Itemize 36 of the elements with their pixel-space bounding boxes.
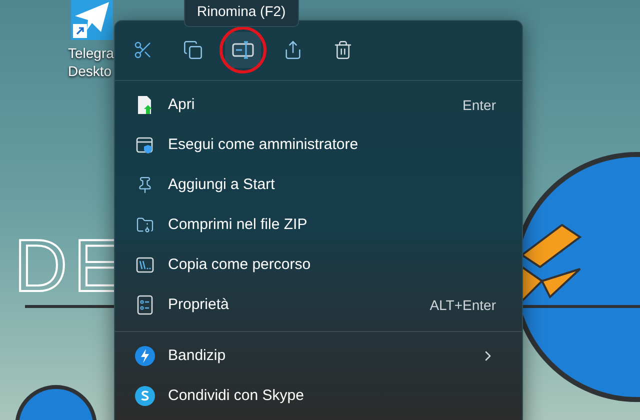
share-icon [283,40,303,60]
tooltip: Rinomina (F2) [184,0,299,27]
menu-item[interactable]: Apri Enter [118,85,519,125]
properties-icon [137,295,153,315]
icon-label: Telegra [68,44,114,62]
menu-item-label: Copia come percorso [168,254,312,275]
menu-item-label: Esegui come amministratore [168,134,360,155]
icon-label: Deskto [68,62,112,80]
menu-item-label: Bandizip [168,346,227,366]
menu-item[interactable]: Bandizip [118,336,519,376]
delete-icon [333,40,353,60]
zip-folder-icon [136,216,154,234]
menu-item[interactable]: Aggiungi a Start [118,165,519,205]
pin-icon [136,176,154,194]
menu-item[interactable]: Esegui come amministratore [118,125,519,165]
menu-item[interactable]: Proprietà ALT+Enter [118,285,519,325]
rename-button[interactable] [225,32,261,68]
menu-item[interactable]: Comprimi nel file ZIP [118,205,519,245]
file-arrow-icon [136,95,154,115]
shortcut-text: Enter [462,96,496,114]
menu-item-label: Apri [168,94,196,115]
annotation-circle [219,26,267,74]
swirl-circle-icon [135,386,155,406]
menu-item-label: Proprietà [168,294,230,315]
menu-item[interactable]: Copia come percorso [118,245,519,285]
copy-icon [183,40,203,60]
menu-item-label: Condividi con Skype [168,386,305,406]
menu-item-label: Comprimi nel file ZIP [168,214,308,235]
window-shield-icon [136,136,154,154]
menu-item[interactable]: Condividi con Skype [118,376,519,416]
cut-icon [133,40,153,60]
path-icon [136,257,154,273]
shortcut-text: ALT+Enter [430,296,496,314]
menu-item-label: Aggiungi a Start [168,174,276,195]
bolt-circle-icon [135,346,155,366]
rename-icon [232,41,254,59]
